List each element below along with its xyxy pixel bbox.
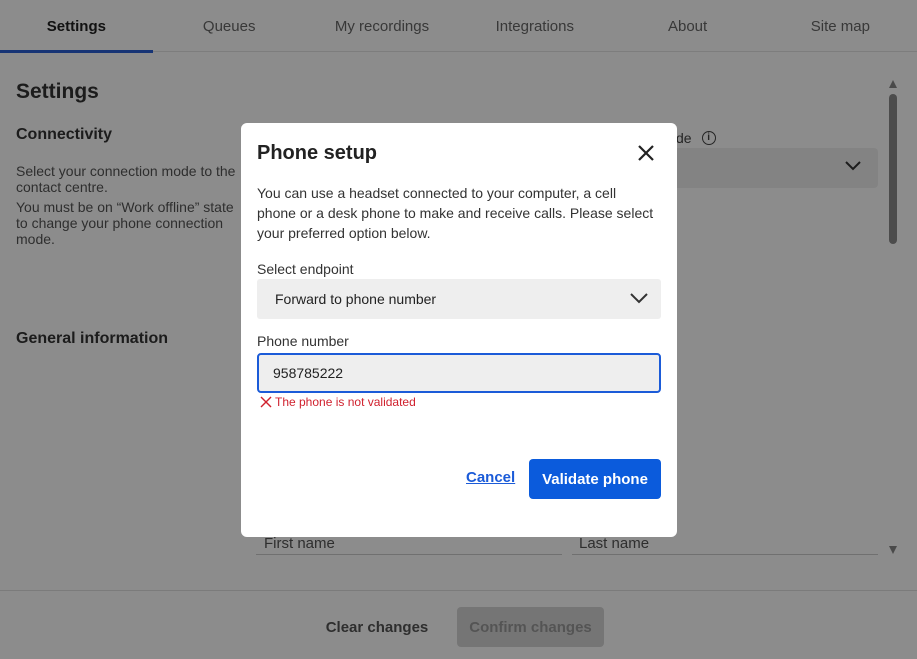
- error-x-icon: [260, 396, 272, 408]
- endpoint-select[interactable]: Forward to phone number: [257, 279, 661, 319]
- dialog-title: Phone setup: [257, 142, 378, 164]
- close-button[interactable]: [635, 142, 657, 164]
- select-endpoint-label: Select endpoint: [257, 261, 354, 277]
- endpoint-select-value: Forward to phone number: [275, 291, 437, 307]
- dialog-description: You can use a headset connected to your …: [257, 185, 654, 241]
- phone-number-label: Phone number: [257, 333, 349, 349]
- phone-error-text: The phone is not validated: [275, 395, 416, 409]
- phone-error-message: The phone is not validated: [260, 395, 416, 409]
- chevron-down-icon: [630, 293, 648, 304]
- close-icon: [638, 145, 654, 161]
- validate-phone-button[interactable]: Validate phone: [529, 459, 661, 499]
- cancel-link[interactable]: Cancel: [466, 469, 515, 486]
- phone-setup-dialog: Phone setup You can use a headset connec…: [241, 123, 677, 537]
- phone-number-input[interactable]: [257, 353, 661, 393]
